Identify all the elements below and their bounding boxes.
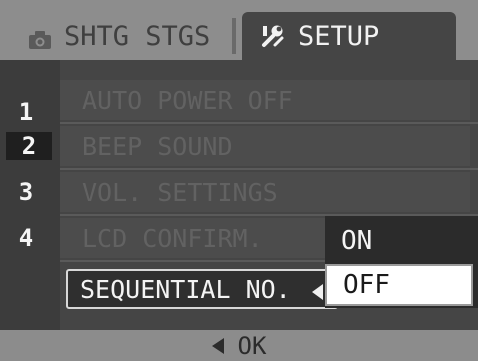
tab-shooting-settings[interactable]: SHTG STGS bbox=[28, 12, 258, 60]
bottom-hint-bar: OK bbox=[0, 330, 478, 361]
menu-item-auto-power-off[interactable]: AUTO POWER OFF bbox=[60, 80, 470, 120]
tab-label: SHTG STGS bbox=[64, 20, 211, 52]
page-number-active[interactable]: 2 bbox=[6, 132, 52, 160]
left-arrow-icon bbox=[312, 284, 323, 300]
camera-menu-screen: SHTG STGS SETUP 1 2 3 4 AUTO POWER OFF B… bbox=[0, 0, 478, 361]
options-popup: ON OFF bbox=[325, 216, 478, 308]
page-number[interactable]: 1 bbox=[0, 98, 52, 126]
tab-bar: SHTG STGS SETUP bbox=[0, 0, 478, 60]
tab-label: SETUP bbox=[298, 20, 380, 52]
menu-item-beep-sound[interactable]: BEEP SOUND bbox=[60, 126, 470, 166]
page-number[interactable]: 3 bbox=[0, 178, 52, 206]
divider bbox=[60, 168, 478, 170]
option-on[interactable]: ON bbox=[325, 220, 473, 262]
page-number[interactable]: 4 bbox=[0, 224, 52, 252]
option-off[interactable]: OFF bbox=[325, 264, 473, 306]
tools-icon bbox=[260, 23, 286, 49]
left-arrow-icon bbox=[211, 337, 224, 354]
tab-divider bbox=[232, 18, 236, 54]
ok-label[interactable]: OK bbox=[238, 332, 267, 360]
camera-icon bbox=[28, 26, 52, 49]
divider bbox=[60, 122, 478, 124]
page-index: 1 2 3 4 bbox=[0, 60, 60, 330]
menu-item-sequential-no[interactable]: SEQUENTIAL NO. bbox=[66, 269, 338, 309]
tab-setup[interactable]: SETUP bbox=[242, 12, 456, 60]
menu-item-vol-settings[interactable]: VOL. SETTINGS bbox=[60, 172, 470, 212]
